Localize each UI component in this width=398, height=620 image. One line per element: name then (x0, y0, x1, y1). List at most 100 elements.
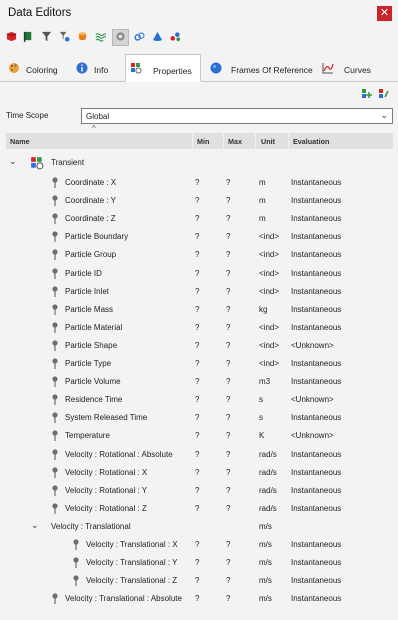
property-evaluation: <Unknown> (291, 395, 334, 405)
table-row[interactable]: Velocity : Rotational : Y?? rad/s Instanta… (0, 482, 398, 500)
table-row[interactable]: Residence Time?? s <Unknown> (0, 391, 398, 409)
column-unit[interactable]: Unit (261, 137, 275, 146)
property-unit: kg (259, 304, 268, 314)
property-max: ? (226, 594, 231, 604)
tab-properties[interactable]: Properties (125, 54, 201, 82)
settings-filter-icon[interactable] (59, 31, 70, 42)
pin-icon (52, 466, 58, 478)
property-max: ? (226, 431, 231, 441)
tab-label: Coloring (26, 65, 58, 75)
table-row[interactable]: Particle Shape?? <ind> <Unknown> (0, 337, 398, 355)
pin-icon (52, 340, 58, 351)
property-name: Particle Inlet (65, 286, 110, 296)
property-max: ? (226, 250, 231, 260)
property-evaluation: Instantaneous (291, 214, 342, 224)
time-scope-value: Global (86, 112, 110, 121)
table-row[interactable]: Velocity : Translational : Absolute?? m/s… (0, 590, 398, 608)
cylinder-icon[interactable] (77, 31, 88, 42)
filter-icon[interactable] (41, 31, 52, 42)
chevron-down-icon[interactable]: ⌄ (31, 520, 39, 531)
molecules-icon[interactable] (170, 31, 181, 42)
property-min: ? (195, 377, 200, 387)
table-row[interactable]: Velocity : Translational : Z?? m/s Instant… (0, 572, 398, 590)
pin-icon (52, 503, 58, 514)
group-row-transient[interactable]: ⌄ Transient (0, 154, 398, 172)
table-row[interactable]: Particle Type?? <ind> Instantaneous (0, 355, 398, 373)
table-row[interactable]: Coordinate : Z?? m Instantaneous (0, 210, 398, 228)
add-property-icon[interactable] (361, 88, 373, 100)
property-evaluation: Instantaneous (291, 377, 342, 387)
table-row[interactable]: Particle Mass?? kg Instantaneous (0, 301, 398, 319)
tab-frames-of-reference[interactable]: Frames Of Reference (206, 57, 314, 81)
table-row[interactable]: Temperature?? K <Unknown> (0, 427, 398, 445)
pin-icon (52, 267, 58, 279)
table-row[interactable]: Velocity : Rotational : X?? rad/s Instanta… (0, 464, 398, 482)
time-scope-select[interactable]: Global ⌄ (81, 108, 393, 124)
curve-icon (322, 63, 334, 74)
property-name: Particle Group (65, 250, 117, 260)
tab-coloring[interactable]: Coloring (4, 57, 68, 81)
property-unit: m/s (259, 558, 272, 568)
cube-red-icon[interactable] (6, 31, 17, 42)
table-row[interactable]: Velocity : Translational : X?? m/s Instant… (0, 536, 398, 554)
link-icon[interactable] (134, 31, 145, 42)
pin-icon (73, 575, 79, 587)
table-row[interactable]: Velocity : Rotational : Absolute?? rad/s I… (0, 446, 398, 464)
table-row[interactable]: Velocity : Rotational : Z?? rad/s Instanta… (0, 500, 398, 518)
property-max: ? (226, 467, 231, 477)
table-row[interactable]: Particle Inlet?? <ind> Instantaneous (0, 283, 398, 301)
palette-icon (9, 63, 19, 73)
table-row[interactable]: Particle Group?? <ind> Instantaneous (0, 246, 398, 264)
property-unit: rad/s (259, 503, 277, 513)
table-row[interactable]: System Released Time?? s Instantaneous (0, 409, 398, 427)
waves-icon[interactable] (95, 31, 106, 42)
property-unit: m3 (259, 377, 271, 387)
property-max: ? (226, 359, 231, 368)
property-evaluation: <Unknown> (291, 431, 334, 441)
tab-bar: Coloring Info Properties Frames Of Refer… (0, 54, 398, 82)
pin-icon (73, 539, 79, 550)
gear-circle-icon[interactable] (115, 31, 126, 42)
add-custom-property-icon[interactable] (378, 88, 390, 100)
table-row[interactable]: Particle ID?? <ind> Instantaneous (0, 265, 398, 283)
column-evaluation[interactable]: Evaluation (293, 137, 329, 146)
column-min[interactable]: Min (197, 137, 209, 146)
table-row[interactable]: Coordinate : Y?? m Instantaneous (0, 192, 398, 210)
flag-green-icon[interactable] (23, 31, 34, 42)
property-unit: s (259, 413, 263, 423)
tab-label: Info (94, 65, 109, 75)
table-row[interactable]: Coordinate : X?? m Instantaneous (0, 174, 398, 192)
table-row[interactable]: Particle Volume?? m3 Instantaneous (0, 373, 398, 391)
group-row[interactable]: ⌄ Velocity : Translational m/s (0, 518, 398, 536)
property-unit: m (259, 178, 266, 187)
close-button[interactable]: ✕ (377, 6, 392, 21)
cone-blue-icon[interactable] (152, 31, 163, 42)
column-name[interactable]: Name (10, 137, 30, 146)
property-min: ? (195, 232, 200, 242)
column-max[interactable]: Max (228, 137, 242, 146)
property-min: ? (195, 449, 200, 459)
tab-curves[interactable]: Curves (318, 57, 388, 81)
property-max: ? (226, 503, 231, 513)
tab-label: Properties (153, 66, 192, 76)
property-max: ? (226, 576, 231, 586)
table-row[interactable]: Velocity : Translational : Y?? m/s Instant… (0, 554, 398, 572)
property-name: Velocity : Translational : Y (86, 558, 178, 568)
property-name: Particle Material (65, 322, 123, 332)
property-evaluation: Instantaneous (291, 576, 342, 586)
property-evaluation: Instantaneous (291, 503, 342, 513)
table-row[interactable]: Particle Boundary?? <ind> Instantaneous (0, 228, 398, 246)
pin-icon (52, 485, 58, 496)
pin-icon (52, 430, 58, 442)
pin-icon (52, 448, 58, 460)
chevron-down-icon[interactable]: ⌄ (9, 156, 17, 167)
property-max: ? (226, 340, 231, 350)
property-unit: m/s (259, 540, 272, 549)
table-row[interactable]: Particle Material?? <ind> Instantaneous (0, 319, 398, 337)
property-evaluation: Instantaneous (291, 268, 342, 278)
pin-icon (52, 195, 58, 207)
tab-info[interactable]: Info (72, 57, 122, 81)
time-scope-label: Time Scope (6, 111, 49, 120)
pin-icon (52, 249, 58, 261)
property-max: ? (226, 395, 231, 405)
